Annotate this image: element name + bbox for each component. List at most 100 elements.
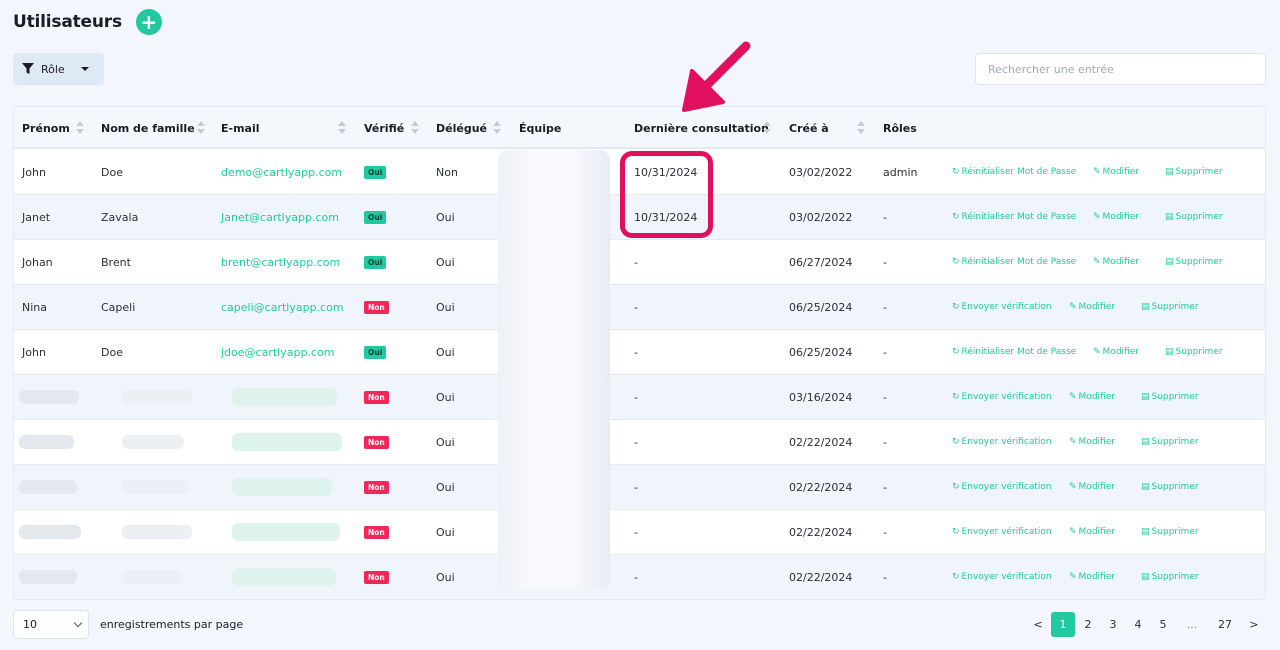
send-verification-button[interactable]: ↻ Envoyer vérification — [952, 285, 1052, 329]
cell-first-name: John — [22, 165, 46, 179]
action-label: Modifier — [1078, 302, 1115, 312]
cell-roles: - — [883, 345, 887, 359]
reset-password-button[interactable]: ↻ Réinitialiser Mot de Passe — [952, 330, 1076, 374]
send-verification-button[interactable]: ↻ Envoyer vérification — [952, 375, 1052, 419]
action-label: Modifier — [1078, 527, 1115, 537]
verified-badge: Non — [364, 390, 389, 404]
send-verification-button[interactable]: ↻ Envoyer vérification — [952, 555, 1052, 599]
pagination-page-2[interactable]: 2 — [1076, 612, 1100, 637]
action-label: Supprimer — [1151, 482, 1199, 492]
pagination-page-1[interactable]: 1 — [1051, 612, 1075, 637]
cell-email[interactable]: brent@cartlyapp.com — [221, 240, 340, 284]
role-filter-button[interactable]: Rôle — [13, 53, 104, 85]
col-header-team[interactable]: Équipe — [519, 107, 561, 149]
delete-button[interactable]: ▤ Supprimer — [1165, 240, 1223, 284]
send-verification-button[interactable]: ↻ Envoyer vérification — [952, 465, 1052, 509]
pagination-prev[interactable]: < — [1026, 612, 1050, 637]
search-input[interactable] — [975, 53, 1266, 85]
edit-button[interactable]: ✎ Modifier — [1069, 465, 1115, 509]
send-verification-button[interactable]: ↻ Envoyer vérification — [952, 510, 1052, 554]
role-filter-label: Rôle — [41, 62, 65, 76]
edit-button[interactable]: ✎ Modifier — [1069, 285, 1115, 329]
cell-last-seen: - — [634, 480, 638, 494]
edit-button[interactable]: ✎ Modifier — [1069, 375, 1115, 419]
cell-last-seen: - — [634, 345, 638, 359]
add-user-button[interactable]: + — [135, 9, 162, 35]
edit-button[interactable]: ✎ Modifier — [1093, 240, 1139, 284]
delete-button[interactable]: ▤ Supprimer — [1141, 285, 1199, 329]
delete-button[interactable]: ▤ Supprimer — [1141, 510, 1199, 554]
action-label: Envoyer vérification — [961, 482, 1052, 492]
cell-last-seen: - — [634, 435, 638, 449]
blurred-first-name — [19, 390, 79, 404]
send-verification-button[interactable]: ↻ Envoyer vérification — [952, 420, 1052, 464]
sort-icon[interactable] — [197, 121, 205, 135]
edit-button[interactable]: ✎ Modifier — [1069, 555, 1115, 599]
col-header-last-name[interactable]: Nom de famille — [101, 107, 195, 149]
cell-email[interactable]: capeli@cartlyapp.com — [221, 285, 344, 329]
sort-icon[interactable] — [338, 121, 346, 135]
col-header-created[interactable]: Créé à — [789, 107, 829, 149]
delete-button[interactable]: ▤ Supprimer — [1165, 150, 1223, 194]
action-label: Envoyer vérification — [961, 302, 1052, 312]
edit-button[interactable]: ✎ Modifier — [1069, 510, 1115, 554]
cell-created: 03/02/2022 — [789, 210, 853, 224]
table-row: Johan Brent brent@cartlyapp.com Oui Oui - 06/2… — [14, 240, 1265, 285]
sort-icon[interactable] — [493, 121, 501, 135]
cell-delegated: Oui — [436, 300, 455, 314]
table-row: Nina Capeli capeli@cartlyapp.com Non Oui - 06/… — [14, 285, 1265, 330]
refresh-icon: ↻ — [952, 392, 960, 402]
edit-button[interactable]: ✎ Modifier — [1093, 150, 1139, 194]
trash-icon: ▤ — [1165, 167, 1174, 177]
delete-button[interactable]: ▤ Supprimer — [1141, 420, 1199, 464]
blurred-last-name — [122, 480, 188, 494]
delete-button[interactable]: ▤ Supprimer — [1141, 465, 1199, 509]
col-header-first-name[interactable]: Prénom — [22, 107, 70, 149]
pagination-page-4[interactable]: 4 — [1126, 612, 1150, 637]
cell-created: 02/22/2024 — [789, 435, 853, 449]
delete-button[interactable]: ▤ Supprimer — [1165, 195, 1223, 239]
col-header-last-seen[interactable]: Dernière consultation — [634, 107, 769, 149]
sort-icon[interactable] — [76, 121, 84, 135]
edit-button[interactable]: ✎ Modifier — [1093, 195, 1139, 239]
delete-button[interactable]: ▤ Supprimer — [1165, 330, 1223, 374]
table-row: Non Oui - 02/22/2024 - ↻ Envoyer vérification ✎… — [14, 555, 1265, 599]
delete-button[interactable]: ▤ Supprimer — [1141, 555, 1199, 599]
cell-verified: Non — [364, 375, 389, 419]
action-label: Modifier — [1078, 572, 1115, 582]
sort-icon[interactable] — [857, 121, 865, 135]
table-row: Non Oui - 02/22/2024 - ↻ Envoyer vérification ✎… — [14, 510, 1265, 555]
pagination-page-5[interactable]: 5 — [1151, 612, 1175, 637]
cell-first-name: Janet — [22, 210, 51, 224]
sort-icon[interactable] — [763, 121, 771, 135]
action-label: Modifier — [1078, 392, 1115, 402]
pagination-page-3[interactable]: 3 — [1101, 612, 1125, 637]
col-header-email[interactable]: E-mail — [221, 107, 260, 149]
refresh-icon: ↻ — [952, 347, 960, 357]
col-header-verified[interactable]: Vérifié — [364, 107, 404, 149]
col-header-delegated[interactable]: Délégué — [436, 107, 487, 149]
reset-password-button[interactable]: ↻ Réinitialiser Mot de Passe — [952, 240, 1076, 284]
col-header-roles[interactable]: Rôles — [883, 107, 917, 149]
cell-delegated: Oui — [436, 210, 455, 224]
edit-button[interactable]: ✎ Modifier — [1093, 330, 1139, 374]
verified-badge: Non — [364, 435, 389, 449]
reset-password-button[interactable]: ↻ Réinitialiser Mot de Passe — [952, 150, 1076, 194]
pagination-next[interactable]: > — [1242, 612, 1266, 637]
edit-button[interactable]: ✎ Modifier — [1069, 420, 1115, 464]
sort-icon[interactable] — [411, 121, 419, 135]
cell-delegated: Oui — [436, 435, 455, 449]
action-label: Réinitialiser Mot de Passe — [961, 257, 1077, 267]
cell-email[interactable]: jdoe@cartlyapp.com — [221, 330, 334, 374]
verified-badge: Non — [364, 300, 389, 314]
refresh-icon: ↻ — [952, 167, 960, 177]
verified-badge: Oui — [364, 210, 387, 224]
reset-password-button[interactable]: ↻ Réinitialiser Mot de Passe — [952, 195, 1076, 239]
cell-email[interactable]: Janet@cartlyapp.com — [221, 195, 339, 239]
verified-badge: Non — [364, 525, 389, 539]
page-size-select[interactable]: 10 — [13, 610, 89, 639]
cell-email[interactable]: demo@cartlyapp.com — [221, 150, 342, 194]
delete-button[interactable]: ▤ Supprimer — [1141, 375, 1199, 419]
pagination-page-last[interactable]: 27 — [1209, 612, 1241, 637]
cell-roles: - — [883, 570, 887, 584]
